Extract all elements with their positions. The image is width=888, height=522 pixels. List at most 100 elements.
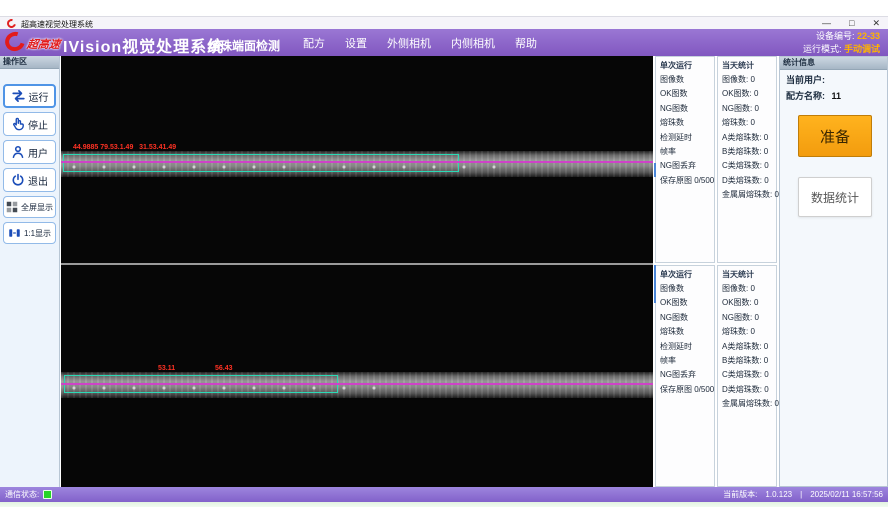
statistics-info-panel: 统计信息 当前用户: 配方名称: 11 准备 数据统计 — [779, 56, 888, 487]
device-info: 设备编号: 22-33 运行模式: 手动调试 — [803, 30, 880, 56]
status-separator: | — [800, 490, 802, 499]
run-button-label: 运行 — [29, 89, 49, 104]
stat-row: NG图丢弃 — [656, 159, 714, 173]
menu-item[interactable]: 配方 — [303, 35, 325, 51]
stat-row: 图像数 — [656, 73, 714, 87]
run-mode-label: 运行模式: — [803, 44, 842, 54]
menu-item[interactable]: 外侧相机 — [387, 35, 431, 51]
roi-rect-top — [63, 154, 459, 172]
one-to-one-button-label: 1:1显示 — [24, 228, 51, 239]
fullscreen-grid-icon — [6, 201, 18, 213]
operation-sidebar: 操作区 运行 停止 — [0, 56, 60, 487]
brand-swoosh-icon — [2, 28, 29, 54]
stat-row: 图像数: 0 — [718, 73, 776, 87]
stat-row: OK图数 — [656, 87, 714, 101]
stat-row: 保存原图 0/500 — [656, 174, 714, 188]
menu-bar: 配方 设置 外侧相机 内侧相机 帮助 — [293, 29, 547, 56]
exit-button-label: 退出 — [28, 173, 48, 188]
run-cycle-icon — [11, 89, 26, 103]
user-button[interactable]: 用户 — [3, 140, 56, 164]
stat-row: 保存原图 0/500 — [656, 383, 714, 397]
scroll-marker — [654, 265, 656, 303]
current-user-label: 当前用户: — [780, 70, 887, 86]
comm-status-label: 通信状态: — [5, 489, 39, 500]
stat-row: NG图数: 0 — [718, 311, 776, 325]
stat-row: NG图数: 0 — [718, 102, 776, 116]
panel-single-run-top: 单次运行 图像数OK图数NG图数熔珠数检测延时帧率NG图丢弃保存原图 0/500 — [655, 56, 715, 263]
stat-row: 检测延时 — [656, 131, 714, 145]
run-mode-value: 手动调试 — [844, 44, 880, 54]
sidebar-title: 操作区 — [0, 56, 59, 69]
measurement-annotation-top: 44.9885 79.53.1.49 31.53.41.49 — [73, 144, 176, 151]
app-header: 超高速 IVision视觉处理系统 熔珠端面检测 配方设置外侧相机内侧相机帮助 … — [0, 29, 888, 56]
measurement-annotation-bottom-left: 53.11 — [158, 365, 175, 372]
stat-row: 熔珠数: 0 — [718, 325, 776, 339]
window-bottom-edge — [0, 502, 888, 507]
stat-row: 图像数 — [656, 282, 714, 296]
exit-button[interactable]: 退出 — [3, 168, 56, 192]
stat-row: 金属屑熔珠数: 0 — [718, 397, 776, 411]
app-subtitle: 熔珠端面检测 — [208, 37, 280, 54]
camera-bottom-viewport: 53.11 56.43 — [61, 265, 653, 487]
panel-single-run-bottom: 单次运行 图像数OK图数NG图数熔珠数检测延时帧率NG图丢弃保存原图 0/500 — [655, 265, 715, 487]
stat-row: 检测延时 — [656, 340, 714, 354]
device-id-label: 设备编号: — [816, 31, 855, 41]
stat-row: OK图数: 0 — [718, 87, 776, 101]
device-id-value: 22-33 — [857, 31, 880, 41]
version-label: 当前版本: — [723, 489, 757, 500]
fullscreen-button[interactable]: 全屏显示 — [3, 196, 56, 218]
laser-line-bottom — [61, 383, 653, 385]
stat-row: D类熔珠数: 0 — [718, 174, 776, 188]
stat-row: B类熔珠数: 0 — [718, 145, 776, 159]
stat-row: D类熔珠数: 0 — [718, 383, 776, 397]
stat-row: 熔珠数 — [656, 325, 714, 339]
user-icon — [11, 145, 25, 159]
stat-row: OK图数: 0 — [718, 296, 776, 310]
menu-item[interactable]: 帮助 — [515, 35, 537, 51]
stop-button[interactable]: 停止 — [3, 112, 56, 136]
stat-row: NG图数 — [656, 311, 714, 325]
single-run-title: 单次运行 — [656, 57, 714, 73]
stat-row: 图像数: 0 — [718, 282, 776, 296]
stat-row: 帧率 — [656, 145, 714, 159]
stop-button-label: 停止 — [28, 117, 48, 132]
stat-row: B类熔珠数: 0 — [718, 354, 776, 368]
user-button-label: 用户 — [28, 145, 48, 160]
daily-stats-title: 当天统计 — [718, 57, 776, 73]
camera-top-viewport: 44.9885 79.53.1.49 31.53.41.49 — [61, 56, 653, 263]
stat-row: C类熔珠数: 0 — [718, 159, 776, 173]
recipe-name-value: 11 — [832, 91, 842, 101]
one-to-one-button[interactable]: 1:1显示 — [3, 222, 56, 244]
stat-row: C类熔珠数: 0 — [718, 368, 776, 382]
stat-row: OK图数 — [656, 296, 714, 310]
comm-status-indicator — [43, 490, 52, 499]
data-stats-button[interactable]: 数据统计 — [798, 177, 872, 217]
panel-daily-top: 当天统计 图像数: 0OK图数: 0NG图数: 0熔珠数: 0A类熔珠数: 0B… — [717, 56, 777, 263]
recipe-name-label: 配方名称: — [786, 91, 825, 101]
panel-daily-bottom: 当天统计 图像数: 0OK图数: 0NG图数: 0熔珠数: 0A类熔珠数: 0B… — [717, 265, 777, 487]
stat-row: A类熔珠数: 0 — [718, 340, 776, 354]
run-button[interactable]: 运行 — [3, 84, 56, 108]
prepare-button[interactable]: 准备 — [798, 115, 872, 157]
measurement-annotation-bottom-right: 56.43 — [215, 365, 233, 372]
brand-logo-text: 超高速 — [26, 36, 61, 52]
application-window: 超高速视觉处理系统 — □ ✕ 超高速 IVision视觉处理系统 熔珠端面检测… — [0, 0, 888, 522]
stat-row: 帧率 — [656, 354, 714, 368]
hand-icon — [11, 117, 25, 131]
fullscreen-button-label: 全屏显示 — [21, 202, 53, 213]
laser-line-top — [61, 161, 653, 163]
one-to-one-icon — [8, 227, 21, 239]
power-icon — [11, 173, 25, 187]
scroll-marker — [654, 163, 656, 177]
stat-row: 熔珠数: 0 — [718, 116, 776, 130]
stat-row: NG图丢弃 — [656, 368, 714, 382]
info-panel-title: 统计信息 — [780, 57, 887, 70]
stat-row: NG图数 — [656, 102, 714, 116]
menu-item[interactable]: 设置 — [345, 35, 367, 51]
datetime: 2025/02/11 16:57:56 — [810, 490, 883, 499]
daily-stats-title: 当天统计 — [718, 266, 776, 282]
app-title: IVision视觉处理系统 — [63, 33, 224, 57]
version-value: 1.0.123 — [765, 490, 792, 499]
stat-row: 金属屑熔珠数: 0 — [718, 188, 776, 202]
menu-item[interactable]: 内侧相机 — [451, 35, 495, 51]
